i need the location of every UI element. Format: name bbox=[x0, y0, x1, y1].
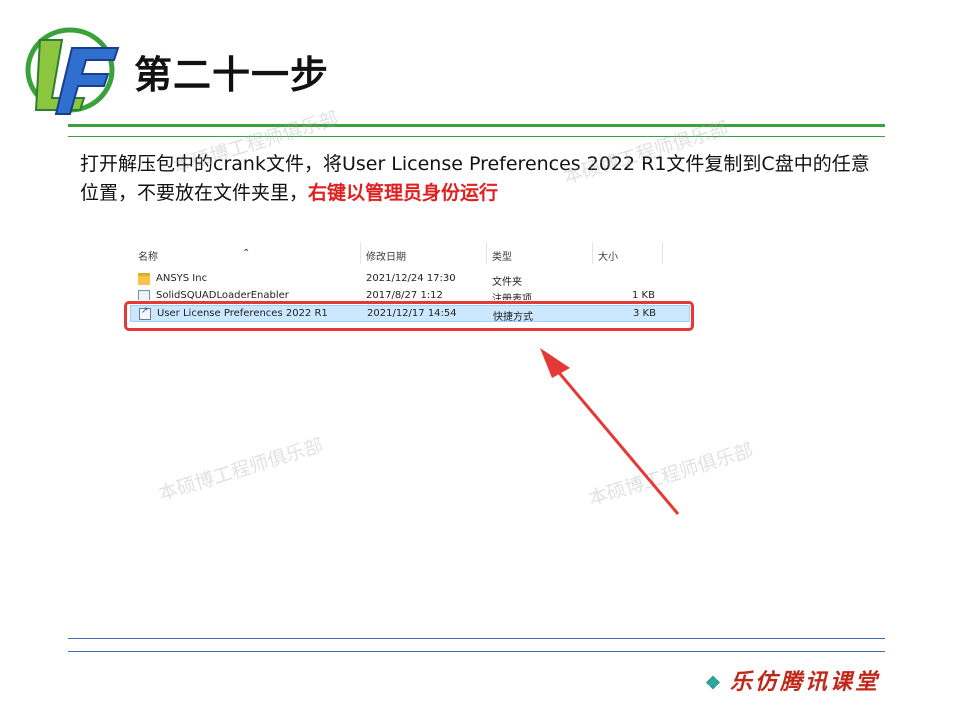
top-divider-thin bbox=[68, 136, 885, 137]
bottom-divider-thin bbox=[68, 651, 885, 652]
column-header-date[interactable]: 修改日期 bbox=[366, 248, 406, 263]
diamond-cluster-icon: ❖ bbox=[704, 673, 724, 694]
file-date: 2021/12/24 17:30 bbox=[366, 273, 456, 284]
file-name: ANSYS Inc bbox=[156, 273, 208, 284]
bottom-divider bbox=[68, 638, 885, 639]
file-type: 注册表项 bbox=[492, 294, 532, 300]
column-header-name[interactable]: 名称 bbox=[138, 248, 158, 263]
footer-brand-text: 乐仿腾讯课堂 bbox=[729, 669, 880, 695]
column-separator[interactable] bbox=[662, 242, 663, 264]
file-row-ansys-inc[interactable]: ANSYS Inc 2021/12/24 17:30 文件夹 bbox=[130, 271, 690, 288]
instruction-highlight: 右键以管理员身份运行 bbox=[308, 182, 499, 204]
column-separator[interactable] bbox=[592, 242, 593, 264]
lf-logo bbox=[25, 27, 120, 115]
file-name: SolidSQUADLoaderEnabler bbox=[156, 290, 289, 300]
registry-file-icon bbox=[138, 290, 150, 300]
column-header-type[interactable]: 类型 bbox=[492, 248, 512, 263]
column-header-size[interactable]: 大小 bbox=[598, 248, 618, 263]
footer-brand: ❖ 乐仿腾讯课堂 bbox=[705, 664, 880, 696]
slide-title: 第二十一步 bbox=[134, 53, 330, 97]
watermark: 本硕博工程师俱乐部 bbox=[155, 434, 326, 506]
sort-arrow-icon: ⌃ bbox=[242, 248, 251, 259]
top-divider bbox=[68, 124, 885, 127]
column-separator[interactable] bbox=[360, 242, 361, 264]
file-type: 文件夹 bbox=[492, 277, 522, 288]
file-date: 2017/8/27 1:12 bbox=[366, 290, 443, 300]
file-row-solidsquad[interactable]: SolidSQUADLoaderEnabler 2017/8/27 1:12 注… bbox=[130, 288, 690, 300]
column-separator[interactable] bbox=[486, 242, 487, 264]
file-size: 1 KB bbox=[632, 290, 655, 300]
pointer-arrow-icon bbox=[540, 348, 680, 515]
highlight-box bbox=[124, 301, 694, 331]
folder-icon bbox=[138, 273, 150, 285]
column-header-row: ⌃ 名称 修改日期 类型 大小 bbox=[130, 238, 690, 264]
